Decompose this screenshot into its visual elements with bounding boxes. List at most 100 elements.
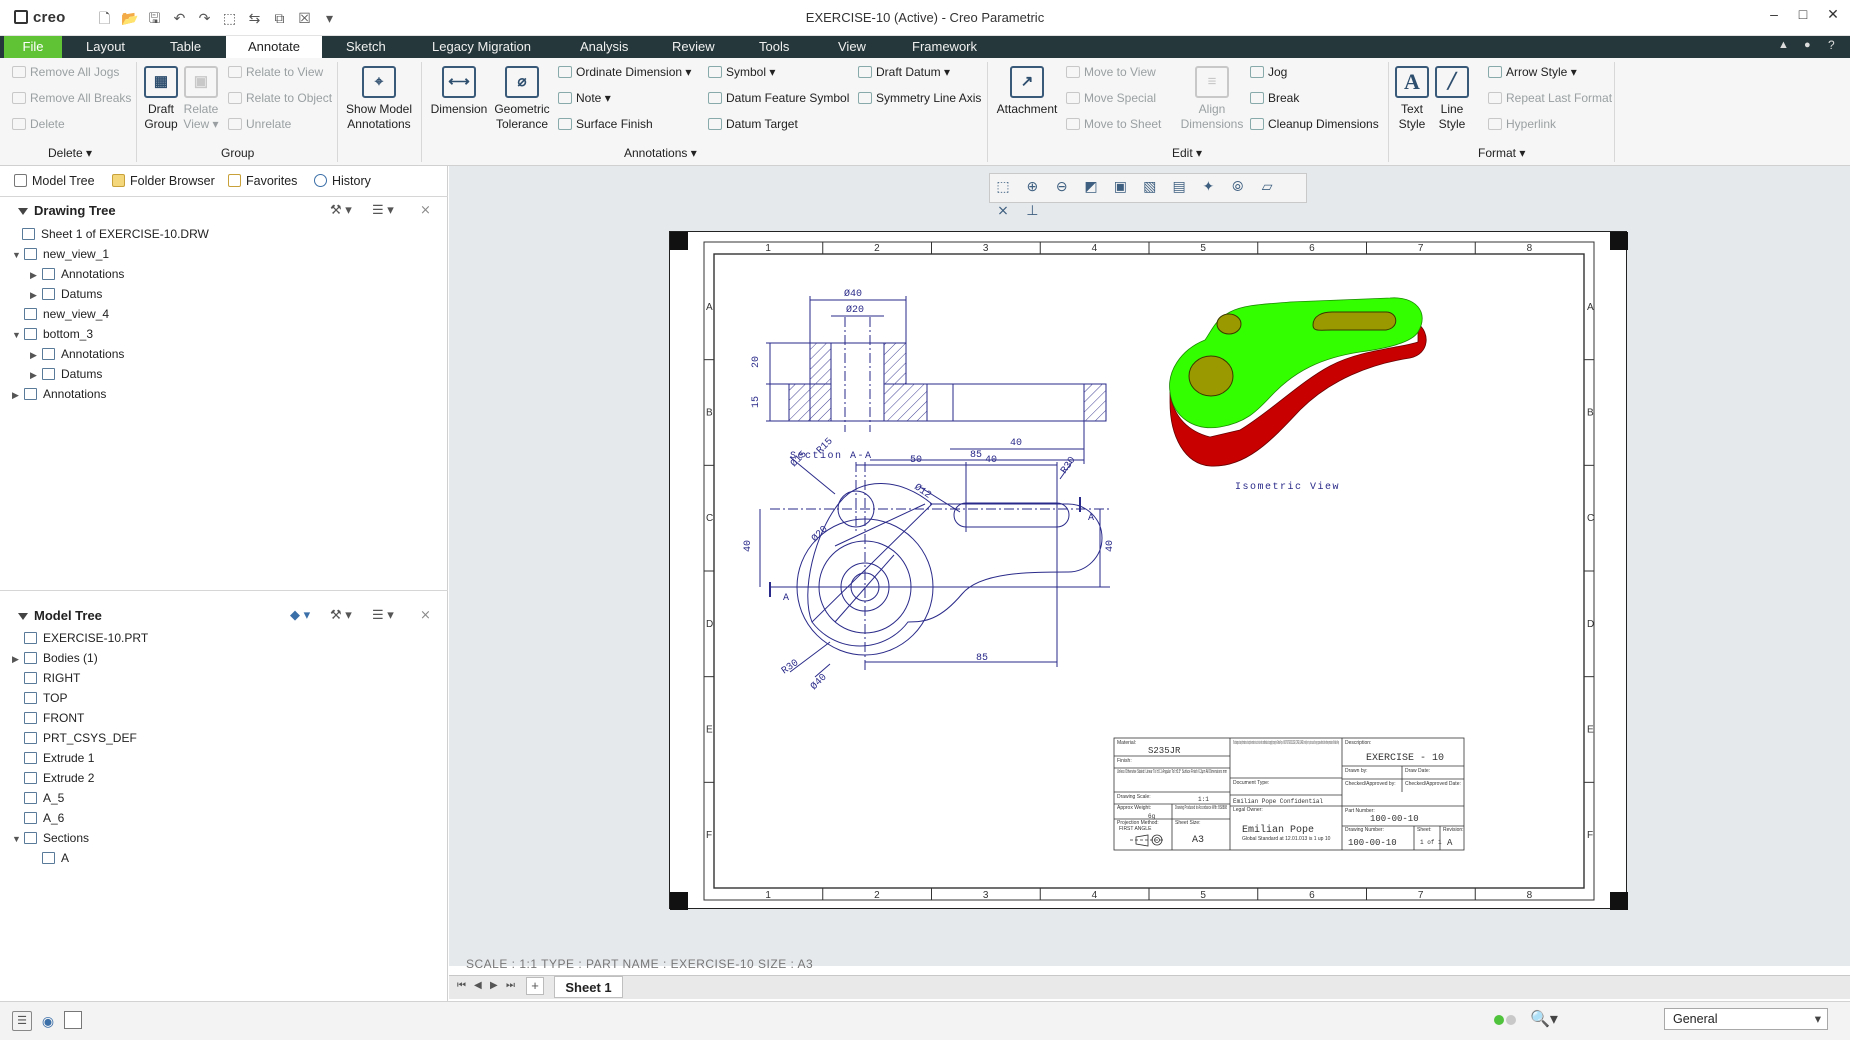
tab-framework[interactable]: Framework <box>902 36 987 58</box>
align-dimensions-button[interactable]: ≡ Align Dimensions <box>1178 66 1246 132</box>
expand-toggle-icon[interactable]: ▶ <box>30 365 42 385</box>
minimize-button[interactable]: – <box>1759 6 1789 22</box>
ordinate-dimension-button[interactable]: Ordinate Dimension ▾ <box>558 65 691 79</box>
expand-toggle-icon[interactable]: ▶ <box>30 265 42 285</box>
expand-toggle-icon[interactable]: ▼ <box>12 325 24 345</box>
jog-button[interactable]: Jog <box>1250 65 1287 79</box>
draft-datum-button[interactable]: Draft Datum ▾ <box>858 65 950 79</box>
group-label-format[interactable]: Format ▾ <box>1478 146 1525 160</box>
tab-sketch[interactable]: Sketch <box>336 36 396 58</box>
model-tree-header[interactable]: Model Tree <box>18 608 102 623</box>
tab-tools[interactable]: Tools <box>749 36 799 58</box>
tab-layout[interactable]: Layout <box>76 36 135 58</box>
model-tree-row[interactable]: A_5 <box>8 788 438 808</box>
expand-toggle-icon[interactable]: ▼ <box>12 829 24 849</box>
model-tree-row[interactable]: A_6 <box>8 808 438 828</box>
draft-group-button[interactable]: ▦ Draft Group <box>142 66 180 132</box>
drawing-tree-row[interactable]: ▼ new_view_1 <box>8 244 438 264</box>
previous-sheet-icon[interactable]: ◀ <box>474 980 482 991</box>
tab-folder-browser[interactable]: Folder Browser <box>112 174 215 188</box>
selection-filter[interactable]: General ▾ <box>1664 1008 1828 1030</box>
unrelate-button[interactable]: Unrelate <box>228 117 291 131</box>
tab-favorites[interactable]: Favorites <box>228 174 297 188</box>
model-tree-row[interactable]: Extrude 1 <box>8 748 438 768</box>
drawing-tree-row[interactable]: ▼ bottom_3 <box>8 324 438 344</box>
view-manager-icon[interactable]: ▤ <box>1169 178 1189 198</box>
tab-sheet-1[interactable]: Sheet 1 <box>554 976 623 998</box>
datum-feature-symbol-button[interactable]: Datum Feature Symbol <box>708 91 849 105</box>
model-tree-row[interactable]: TOP <box>8 688 438 708</box>
model-tree-row[interactable]: Extrude 2 <box>8 768 438 788</box>
model-tree-row[interactable]: A <box>8 848 438 868</box>
model-tree-row[interactable]: FRONT <box>8 708 438 728</box>
datum-display-icon[interactable]: ✦ <box>1198 178 1218 198</box>
tab-model-tree[interactable]: Model Tree <box>14 174 95 188</box>
drawing-tree-row[interactable]: Sheet 1 of EXERCISE-10.DRW <box>8 224 438 244</box>
relate-to-object-button[interactable]: Relate to Object <box>228 91 332 105</box>
repeat-last-format-button[interactable]: Repeat Last Format <box>1488 91 1612 105</box>
model-tree-row[interactable]: ▶ Bodies (1) <box>8 648 438 668</box>
remove-all-breaks-button[interactable]: Remove All Breaks <box>12 91 131 105</box>
tab-view[interactable]: View <box>828 36 876 58</box>
axis-display-icon[interactable]: ⨯ <box>993 202 1013 222</box>
tree-filter-icon[interactable]: ⨯ <box>420 202 431 218</box>
group-label-edit[interactable]: Edit ▾ <box>1172 146 1202 160</box>
expand-toggle-icon[interactable]: ▶ <box>30 345 42 365</box>
model-tree-row[interactable]: EXERCISE-10.PRT <box>8 628 438 648</box>
collapse-ribbon-icon[interactable]: ▲ <box>1778 39 1789 51</box>
drawing-tree-row[interactable]: new_view_4 <box>8 304 438 324</box>
annotation-display-icon[interactable]: ⦾ <box>1228 178 1248 198</box>
move-to-view-button[interactable]: Move to View <box>1066 65 1156 79</box>
first-sheet-icon[interactable]: ⏮ <box>457 980 466 991</box>
repaint-icon[interactable]: ◩ <box>1081 178 1101 198</box>
expand-toggle-icon[interactable]: ▶ <box>30 285 42 305</box>
arrow-style-button[interactable]: Arrow Style ▾ <box>1488 65 1577 79</box>
symmetry-line-axis-button[interactable]: Symmetry Line Axis <box>858 91 981 105</box>
drawing-sheet[interactable]: 1122334455667788AABBCCDDEEFF Ø40 Ø20 20 … <box>669 231 1628 910</box>
close-button[interactable]: ✕ <box>1818 6 1848 23</box>
maximize-button[interactable]: □ <box>1788 6 1818 22</box>
expand-toggle-icon[interactable]: ▶ <box>12 649 24 669</box>
zoom-out-icon[interactable]: ⊖ <box>1052 178 1072 198</box>
tab-annotate[interactable]: Annotate <box>226 36 322 58</box>
move-special-button[interactable]: Move Special <box>1066 91 1156 105</box>
model-tree-row[interactable]: RIGHT <box>8 668 438 688</box>
geometric-tolerance-button[interactable]: ⌀ Geometric Tolerance <box>492 66 552 132</box>
drawing-tree-row[interactable]: ▶ Annotations <box>8 384 438 404</box>
add-sheet-button[interactable]: + <box>526 977 544 995</box>
tab-file[interactable]: File <box>4 36 62 58</box>
tab-history[interactable]: History <box>314 174 371 188</box>
tree-settings-icon[interactable]: ⚒ ▾ <box>330 607 352 623</box>
symbol-button[interactable]: Symbol ▾ <box>708 65 775 79</box>
tree-columns-icon[interactable]: ☰ ▾ <box>372 202 394 218</box>
planes-display-icon[interactable]: ▱ <box>1257 178 1277 198</box>
cleanup-dimensions-button[interactable]: Cleanup Dimensions <box>1250 117 1379 131</box>
tab-analysis[interactable]: Analysis <box>570 36 638 58</box>
note-button[interactable]: Note ▾ <box>558 91 611 105</box>
expand-toggle-icon[interactable]: ▼ <box>12 245 24 265</box>
help-icon[interactable]: ? <box>1828 38 1835 52</box>
show-icon[interactable]: ◆ ▾ <box>290 607 310 623</box>
fullscreen-icon[interactable] <box>64 1011 82 1029</box>
drawing-tree-row[interactable]: ▶ Annotations <box>8 264 438 284</box>
tree-settings-icon[interactable]: ⚒ ▾ <box>330 202 352 218</box>
drawing-tree-row[interactable]: ▶ Datums <box>8 284 438 304</box>
datum-target-button[interactable]: Datum Target <box>708 117 798 131</box>
tab-table[interactable]: Table <box>160 36 211 58</box>
group-label-annotations[interactable]: Annotations ▾ <box>624 146 697 160</box>
show-navigator-icon[interactable]: ☰ <box>12 1011 32 1031</box>
dimension-button[interactable]: ⟷ Dimension <box>428 66 490 117</box>
show-model-annotations-button[interactable]: ⌖ Show Model Annotations <box>343 66 415 132</box>
attachment-button[interactable]: ↗ Attachment <box>994 66 1060 117</box>
remove-all-jogs-button[interactable]: Remove All Jogs <box>12 65 119 79</box>
model-tree-row[interactable]: ▼ Sections <box>8 828 438 848</box>
model-tree-row[interactable]: PRT_CSYS_DEF <box>8 728 438 748</box>
relate-to-view-button[interactable]: Relate to View <box>228 65 323 79</box>
line-style-button[interactable]: ╱ Line Style <box>1432 66 1472 132</box>
tree-filter-icon[interactable]: ⨯ <box>420 607 431 623</box>
hyperlink-button[interactable]: Hyperlink <box>1488 117 1556 131</box>
relate-view-button[interactable]: ▣ Relate View ▾ <box>182 66 220 132</box>
display-style-icon[interactable]: ▣ <box>1110 178 1130 198</box>
tree-columns-icon[interactable]: ☰ ▾ <box>372 607 394 623</box>
last-sheet-icon[interactable]: ⏭ <box>506 980 515 991</box>
